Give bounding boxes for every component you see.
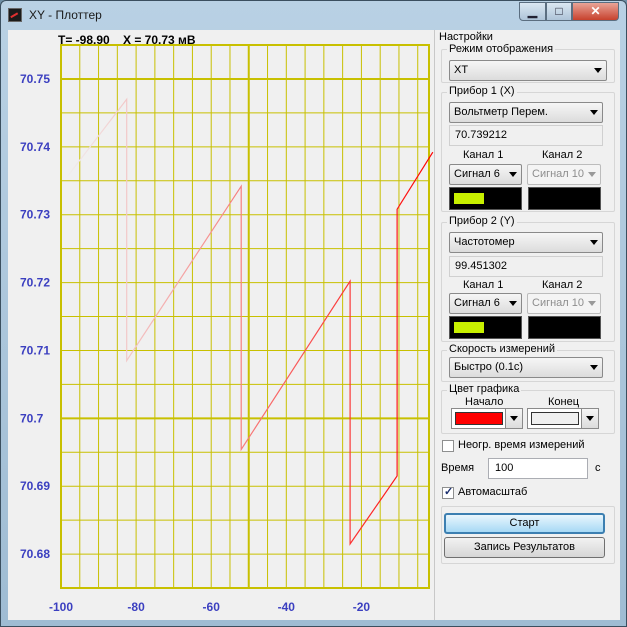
signal-indicator xyxy=(454,193,484,204)
chevron-down-icon xyxy=(590,365,598,370)
save-results-button[interactable]: Запись Результатов xyxy=(444,537,605,558)
xy-plot[interactable]: T= -98.90 X = 70.73 мВ 70.75 70.74 70.73 70… xyxy=(8,30,435,620)
color-end-dropdown[interactable] xyxy=(581,409,598,428)
device2-ch1-label: Канал 1 xyxy=(463,279,504,291)
speed-select-value: Быстро (0.1с) xyxy=(454,361,524,373)
color-end-select[interactable] xyxy=(527,408,599,429)
plot-canvas[interactable]: 70.75 70.74 70.73 70.72 70.71 70.7 70.69 70.68 -… xyxy=(8,30,434,620)
device2-select[interactable]: Частотомер xyxy=(449,232,603,253)
device2-ch2-value: Сигнал 10 xyxy=(532,297,585,309)
unlimited-time-label: Неогр. время измерений xyxy=(458,439,585,451)
device1-ch1-select[interactable]: Сигнал 6 xyxy=(449,164,522,185)
color-start-select[interactable] xyxy=(451,408,523,429)
device1-select-value: Вольтметр Перем. xyxy=(454,106,548,118)
chevron-down-icon xyxy=(590,110,598,115)
x-tick-label: -40 xyxy=(278,600,296,614)
start-button[interactable]: Старт xyxy=(444,513,605,534)
y-tick-label: 70.71 xyxy=(20,343,50,357)
time-input[interactable]: 100 xyxy=(488,458,588,479)
x-tick-label: -20 xyxy=(353,600,371,614)
chevron-down-icon xyxy=(510,416,518,421)
device1-ch1-indicator xyxy=(449,187,522,210)
time-label: Время xyxy=(441,462,475,474)
device1-reading: 70.739212 xyxy=(449,125,603,146)
x-tick-label: -60 xyxy=(203,600,221,614)
minimize-icon: ▁ xyxy=(527,4,538,18)
device2-ch2-select: Сигнал 10 xyxy=(527,293,601,314)
settings-title: Настройки xyxy=(439,31,493,43)
color-start-dropdown[interactable] xyxy=(505,409,522,428)
maximize-button[interactable]: □ xyxy=(546,2,572,21)
device1-ch2-indicator xyxy=(528,187,601,210)
device1-ch1-label: Канал 1 xyxy=(463,149,504,161)
device2-ch1-select[interactable]: Сигнал 6 xyxy=(449,293,522,314)
speed-select[interactable]: Быстро (0.1с) xyxy=(449,357,603,378)
client-area: T= -98.90 X = 70.73 мВ 70.75 70.74 70.73 70… xyxy=(8,30,620,620)
device1-select[interactable]: Вольтметр Перем. xyxy=(449,102,603,123)
chevron-down-icon xyxy=(509,301,517,306)
x-tick-label: -80 xyxy=(127,600,145,614)
signal-indicator xyxy=(454,322,484,333)
chevron-down-icon xyxy=(594,68,602,73)
autoscale-checkbox[interactable] xyxy=(442,485,454,499)
y-tick-label: 70.74 xyxy=(20,140,50,154)
maximize-icon: □ xyxy=(555,4,563,18)
color-chip-end xyxy=(531,412,579,425)
device2-ch1-value: Сигнал 6 xyxy=(454,297,500,309)
device2-ch2-indicator xyxy=(528,316,601,339)
device2-reading: 99.451302 xyxy=(449,256,603,277)
device1-title: Прибор 1 (X) xyxy=(447,85,517,97)
device2-ch2-label: Канал 2 xyxy=(542,279,583,291)
device1-ch2-value: Сигнал 10 xyxy=(532,168,585,180)
window-title: XY - Плоттер xyxy=(29,8,102,22)
color-start-label: Начало xyxy=(465,396,504,408)
color-title: Цвет графика xyxy=(447,383,522,395)
y-tick-label: 70.72 xyxy=(20,276,50,290)
y-tick-label: 70.73 xyxy=(20,208,50,222)
y-tick-label: 70.69 xyxy=(20,479,50,493)
autoscale-label: Автомасштаб xyxy=(458,486,528,498)
device2-ch1-indicator xyxy=(449,316,522,339)
color-end-label: Конец xyxy=(548,396,580,408)
minimize-button[interactable]: ▁ xyxy=(519,2,546,21)
speed-title: Скорость измерений xyxy=(447,343,558,355)
device1-ch2-label: Канал 2 xyxy=(542,149,583,161)
settings-panel: Настройки Режим отображения XT Прибор 1 … xyxy=(436,30,620,620)
plot-icon xyxy=(8,8,22,22)
app-window: XY - Плоттер ▁ □ ✕ T= -98.90 X = 70.73 м… xyxy=(0,0,627,627)
color-chip-start xyxy=(455,412,503,425)
x-tick-label: -100 xyxy=(49,600,73,614)
y-tick-label: 70.7 xyxy=(20,411,44,425)
chevron-down-icon xyxy=(586,416,594,421)
y-tick-label: 70.75 xyxy=(20,72,50,86)
chevron-down-icon xyxy=(509,172,517,177)
device2-select-value: Частотомер xyxy=(454,236,515,248)
chevron-down-icon xyxy=(588,172,596,177)
device1-ch2-select: Сигнал 10 xyxy=(527,164,601,185)
time-unit: с xyxy=(595,462,601,474)
mode-select[interactable]: XT xyxy=(449,60,607,81)
mode-label: Режим отображения xyxy=(447,43,556,55)
mode-select-value: XT xyxy=(454,64,469,76)
y-tick-label: 70.68 xyxy=(20,547,50,561)
close-button[interactable]: ✕ xyxy=(572,2,619,21)
close-icon: ✕ xyxy=(590,4,601,18)
unlimited-time-checkbox[interactable] xyxy=(442,440,454,452)
device2-title: Прибор 2 (Y) xyxy=(447,215,517,227)
chevron-down-icon xyxy=(588,301,596,306)
device1-ch1-value: Сигнал 6 xyxy=(454,168,500,180)
title-bar[interactable]: XY - Плоттер ▁ □ ✕ xyxy=(1,1,626,31)
chevron-down-icon xyxy=(590,240,598,245)
